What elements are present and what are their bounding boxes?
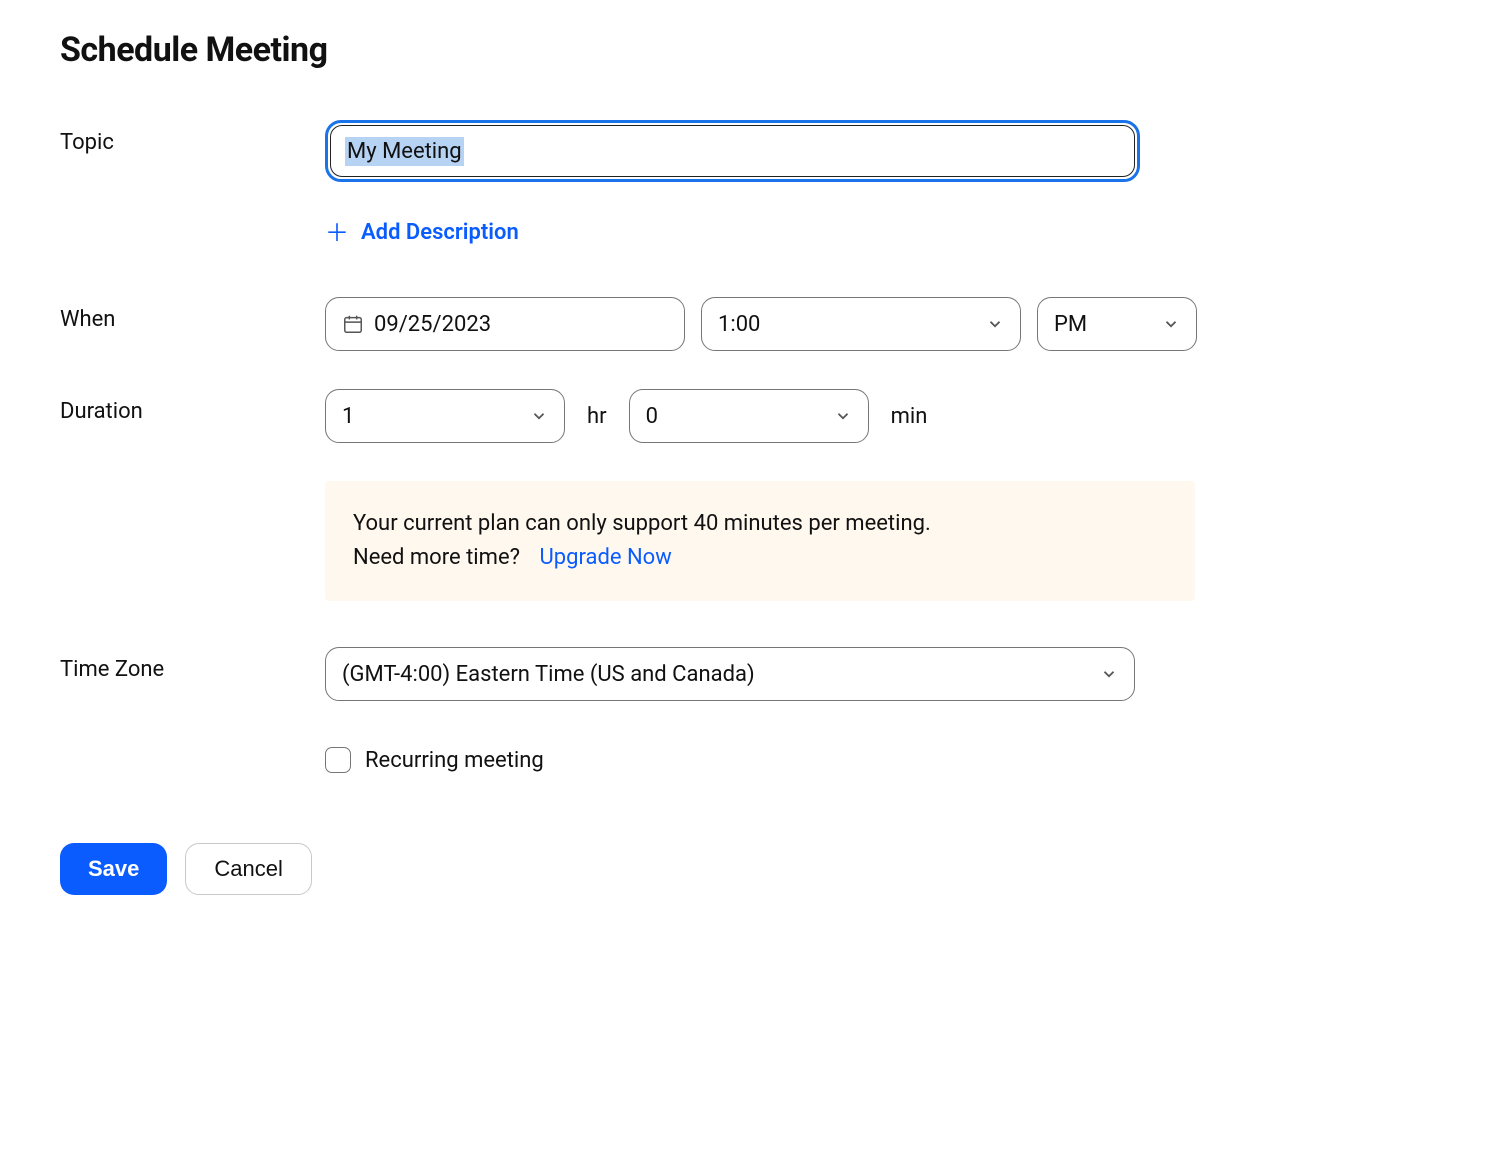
action-buttons: Save Cancel xyxy=(60,843,1452,895)
add-description-label: Add Description xyxy=(361,220,519,245)
when-row: When 09/25/2023 1:00 PM xyxy=(60,297,1452,351)
recurring-checkbox[interactable] xyxy=(325,747,351,773)
recurring-row: Recurring meeting xyxy=(60,747,1452,773)
chevron-down-icon xyxy=(530,407,548,425)
minutes-unit-label: min xyxy=(885,404,934,429)
plan-notice-line1: Your current plan can only support 40 mi… xyxy=(353,507,1167,541)
timezone-row: Time Zone (GMT-4:00) Eastern Time (US an… xyxy=(60,647,1452,701)
topic-input-focus-ring: My Meeting xyxy=(325,120,1140,182)
chevron-down-icon xyxy=(834,407,852,425)
save-button[interactable]: Save xyxy=(60,843,167,895)
chevron-down-icon xyxy=(986,315,1004,333)
calendar-icon xyxy=(342,313,364,335)
page-title: Schedule Meeting xyxy=(60,30,1452,70)
add-description-row: ＋ Add Description xyxy=(60,220,1452,245)
duration-minutes-value: 0 xyxy=(646,404,658,429)
when-label: When xyxy=(60,297,325,332)
ampm-select[interactable]: PM xyxy=(1037,297,1197,351)
hours-unit-label: hr xyxy=(581,404,613,429)
date-picker[interactable]: 09/25/2023 xyxy=(325,297,685,351)
time-select[interactable]: 1:00 xyxy=(701,297,1021,351)
duration-minutes-select[interactable]: 0 xyxy=(629,389,869,443)
timezone-value: (GMT-4:00) Eastern Time (US and Canada) xyxy=(342,662,755,687)
plan-notice-row: Your current plan can only support 40 mi… xyxy=(60,481,1452,601)
topic-input-value: My Meeting xyxy=(345,137,464,166)
timezone-select[interactable]: (GMT-4:00) Eastern Time (US and Canada) xyxy=(325,647,1135,701)
time-value: 1:00 xyxy=(718,312,760,337)
duration-label: Duration xyxy=(60,389,325,424)
plan-notice-line2-prefix: Need more time? xyxy=(353,545,520,570)
topic-label: Topic xyxy=(60,120,325,155)
duration-row: Duration 1 hr 0 min xyxy=(60,389,1452,443)
add-description-button[interactable]: ＋ Add Description xyxy=(325,220,1452,245)
topic-input[interactable]: My Meeting xyxy=(330,125,1135,177)
plan-limit-notice: Your current plan can only support 40 mi… xyxy=(325,481,1195,601)
ampm-value: PM xyxy=(1054,312,1087,337)
cancel-button[interactable]: Cancel xyxy=(185,843,311,895)
timezone-label: Time Zone xyxy=(60,647,325,682)
duration-hours-select[interactable]: 1 xyxy=(325,389,565,443)
chevron-down-icon xyxy=(1100,665,1118,683)
date-value: 09/25/2023 xyxy=(374,312,491,337)
chevron-down-icon xyxy=(1162,315,1180,333)
duration-hours-value: 1 xyxy=(342,404,354,429)
upgrade-now-link[interactable]: Upgrade Now xyxy=(539,545,671,570)
recurring-label: Recurring meeting xyxy=(365,748,544,773)
plus-icon: ＋ xyxy=(325,221,349,245)
topic-row: Topic My Meeting xyxy=(60,120,1452,182)
